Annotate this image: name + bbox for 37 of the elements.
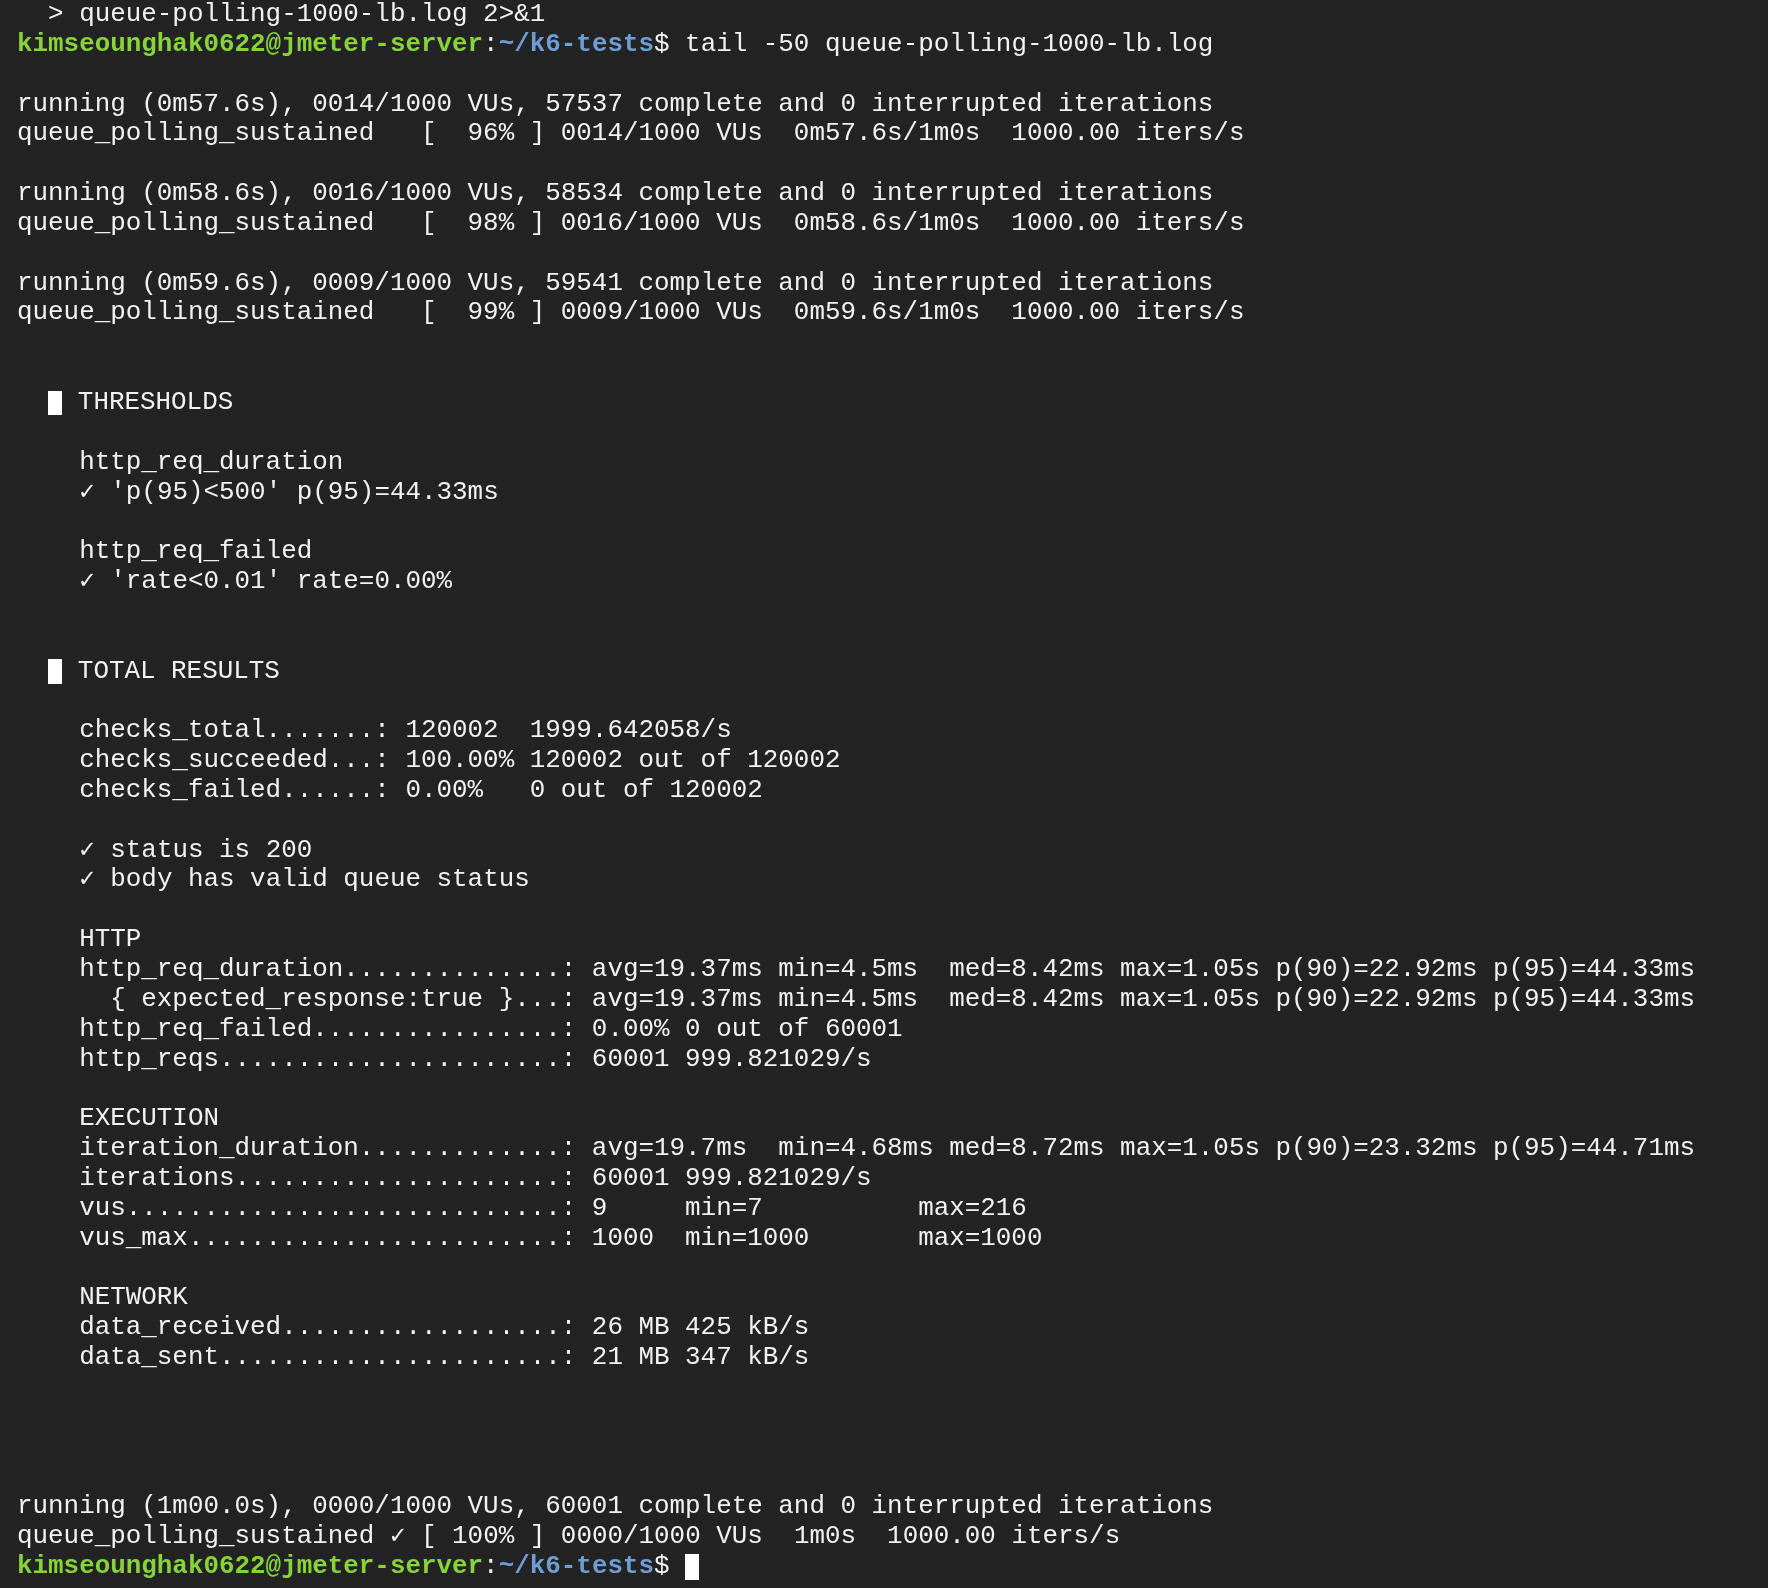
terminal-line: > queue-polling-1000-lb.log 2>&1 bbox=[47, 0, 546, 30]
terminal-line: http_req_duration..............: avg=19.37ms min=4.5ms med=8.42ms max=1.05s p(90)=22.92ms p(95)=44.33ms bbox=[78, 955, 1695, 985]
terminal-line: queue_polling_sustained [ 96% ] 0014/1000 VUs 0m57.6s/1m0s 1000.00 iters/s bbox=[17, 119, 1245, 150]
terminal-line: data_sent......................: 21 MB 347 kB/s bbox=[78, 1342, 810, 1373]
terminal-line: checks_succeeded...: 100.00% 120002 out of 120002 bbox=[78, 746, 841, 776]
terminal-line: running (0m59.6s), 0009/1000 VUs, 59541 complete and 0 interrupted iterations bbox=[17, 268, 1214, 299]
terminal-line: ✓ body has valid queue status bbox=[78, 865, 530, 896]
terminal-line: iterations.....................: 60001 999.821029/s bbox=[78, 1163, 872, 1194]
terminal-line: ✓ 'p(95)<500' p(95)=44.33ms bbox=[78, 477, 499, 508]
terminal-line: http_req_failed bbox=[78, 537, 313, 568]
block-icon bbox=[48, 659, 63, 684]
terminal-line: running (0m57.6s), 0014/1000 VUs, 57537 complete and 0 interrupted iterations bbox=[17, 89, 1214, 120]
terminal-line: running (1m00.0s), 0000/1000 VUs, 60001 complete and 0 interrupted iterations bbox=[17, 1492, 1214, 1523]
shell-prompt: kimseounghak0622@jmeter-server:~/k6-tests$ tail -50 queue-polling-1000-lb.log bbox=[17, 29, 1214, 60]
terminal-line: checks_total.......: 120002 1999.642058/s bbox=[78, 716, 732, 747]
terminal-line: queue_polling_sustained ✓ [ 100% ] 0000/1000 VUs 1m0s 1000.00 iters/s bbox=[17, 1522, 1121, 1552]
terminal-line: vus_max........................: 1000 min=1000 max=1000 bbox=[78, 1223, 1043, 1254]
section-heading: THRESHOLDS bbox=[77, 387, 234, 418]
terminal-line: NETWORK bbox=[78, 1283, 188, 1314]
terminal-line: http_req_duration bbox=[78, 447, 344, 478]
terminal-line: data_received..................: 26 MB 425 kB/s bbox=[78, 1313, 810, 1343]
terminal-line: queue_polling_sustained [ 99% ] 0009/1000 VUs 0m59.6s/1m0s 1000.00 iters/s bbox=[17, 298, 1245, 329]
terminal-line: http_reqs......................: 60001 999.821029/s bbox=[78, 1044, 872, 1075]
terminal-line: ✓ 'rate<0.01' rate=0.00% bbox=[78, 567, 453, 597]
terminal-line: ✓ status is 200 bbox=[78, 835, 313, 866]
terminal-line: iteration_duration.............: avg=19.7ms min=4.68ms med=8.72ms max=1.05s p(90)=23.32ms p(95)=44.71ms bbox=[78, 1134, 1695, 1164]
terminal-line: http_req_failed................: 0.00% 0 out of 60001 bbox=[78, 1014, 903, 1045]
terminal-line: HTTP bbox=[78, 925, 142, 955]
terminal-line: vus............................: 9 min=7 max=216 bbox=[78, 1193, 1027, 1224]
terminal-line: { expected_response:true }...: avg=19.37ms min=4.5ms med=8.42ms max=1.05s p(90)=22.92ms p(95)=44.33ms bbox=[109, 984, 1695, 1015]
shell-prompt: kimseounghak0622@jmeter-server:~/k6-tests$ bbox=[17, 1551, 670, 1582]
terminal-line: checks_failed......: 0.00% 0 out of 120002 bbox=[78, 775, 763, 806]
terminal-line: EXECUTION bbox=[78, 1104, 219, 1135]
terminal-line: running (0m58.6s), 0016/1000 VUs, 58534 complete and 0 interrupted iterations bbox=[17, 179, 1214, 209]
terminal-line: queue_polling_sustained [ 98% ] 0016/1000 VUs 0m58.6s/1m0s 1000.00 iters/s bbox=[17, 208, 1245, 239]
block-icon bbox=[48, 390, 63, 416]
section-heading: TOTAL RESULTS bbox=[77, 656, 280, 687]
